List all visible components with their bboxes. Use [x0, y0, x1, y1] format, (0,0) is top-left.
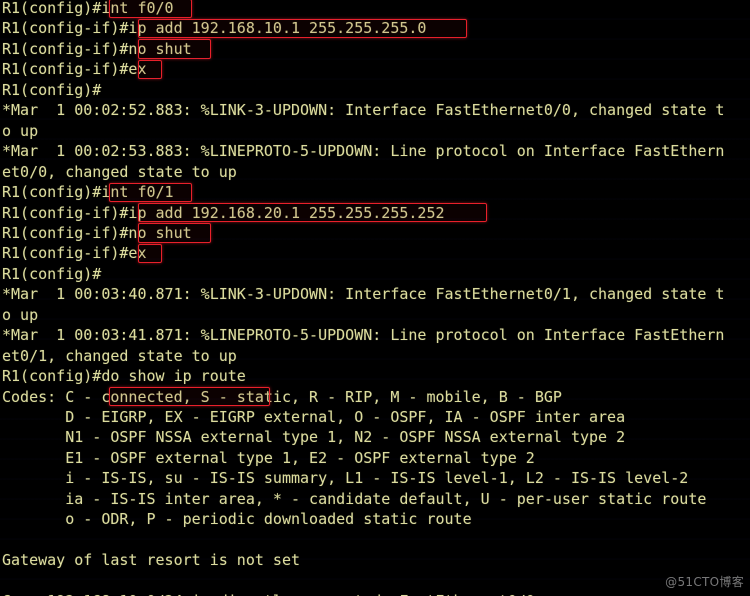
terminal-line: C 192.168.10.0/24 is directly connected,… — [2, 591, 535, 596]
terminal-line: o - ODR, P - periodic downloaded static … — [2, 510, 472, 529]
terminal-line: R1(config-if)#ip add 192.168.10.1 255.25… — [2, 19, 427, 38]
terminal-line: et0/0, changed state to up — [2, 162, 237, 181]
terminal-line: R1(config-if)#ip add 192.168.20.1 255.25… — [2, 203, 445, 222]
terminal-line: Codes: C - connected, S - static, R - RI… — [2, 387, 562, 406]
terminal-line: R1(config-if)#no shut — [2, 223, 192, 242]
terminal-line: R1(config)# — [2, 80, 102, 99]
terminal-line: *Mar 1 00:02:52.883: %LINK-3-UPDOWN: Int… — [2, 101, 725, 120]
terminal-line: o up — [2, 121, 39, 140]
terminal-line: *Mar 1 00:02:53.883: %LINEPROTO-5-UPDOWN… — [2, 142, 725, 161]
terminal-line: R1(config)#int f0/0 — [2, 0, 174, 17]
terminal-line: o up — [2, 305, 39, 324]
terminal-line: N1 - OSPF NSSA external type 1, N2 - OSP… — [2, 428, 626, 447]
terminal-line: Gateway of last resort is not set — [2, 551, 301, 570]
terminal-line: E1 - OSPF external type 1, E2 - OSPF ext… — [2, 448, 535, 467]
terminal-line: et0/1, changed state to up — [2, 346, 237, 365]
terminal-line: ia - IS-IS inter area, * - candidate def… — [2, 489, 707, 508]
terminal-line: *Mar 1 00:03:41.871: %LINEPROTO-5-UPDOWN… — [2, 326, 725, 345]
terminal-line: D - EIGRP, EX - EIGRP external, O - OSPF… — [2, 408, 626, 426]
terminal-screen[interactable]: R1(config)#int f0/0 R1(config-if)#ip add … — [0, 0, 750, 596]
terminal-line: *Mar 1 00:03:40.871: %LINK-3-UPDOWN: Int… — [2, 285, 725, 304]
terminal-line: R1(config)#do show ip route — [2, 367, 246, 386]
terminal-line: R1(config)# — [2, 264, 102, 283]
terminal-line: R1(config)#int f0/1 — [2, 183, 174, 202]
terminal-line: R1(config-if)#ex — [2, 60, 147, 79]
terminal-line: R1(config-if)#ex — [2, 244, 147, 263]
watermark: @51CTO博客 — [665, 574, 744, 589]
terminal-line: R1(config-if)#no shut — [2, 39, 192, 58]
terminal-window[interactable]: R1(config)#int f0/0 R1(config-if)#ip add … — [0, 0, 750, 596]
terminal-line: i - IS-IS, su - IS-IS summary, L1 - IS-I… — [2, 469, 689, 488]
